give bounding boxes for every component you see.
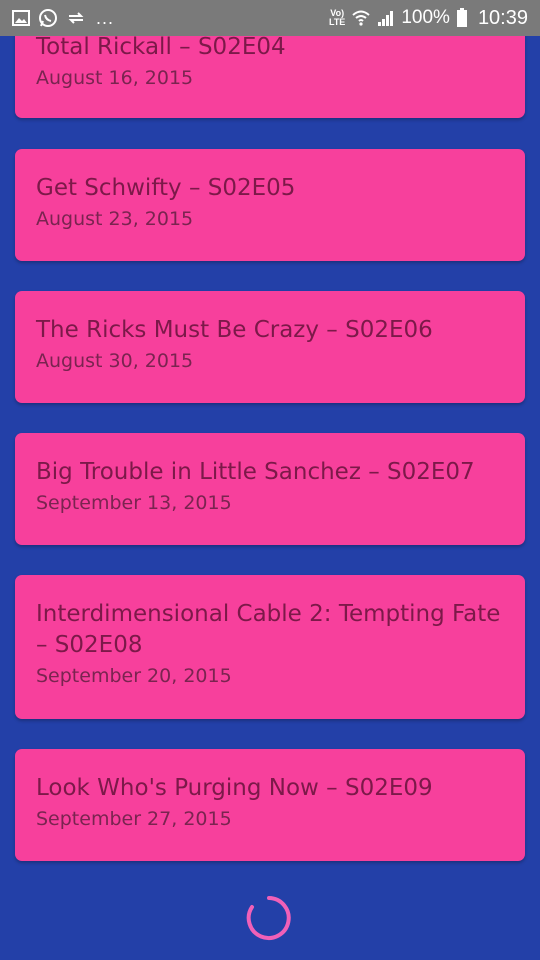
- battery-icon: [456, 8, 468, 28]
- episode-card[interactable]: Look Who's Purging Now – S02E09 Septembe…: [15, 749, 525, 861]
- episode-card[interactable]: Interdimensional Cable 2: Tempting Fate …: [15, 575, 525, 719]
- episode-date: August 16, 2015: [36, 67, 194, 89]
- image-icon: [12, 10, 30, 26]
- more-notifications-text: ...: [96, 7, 115, 28]
- whatsapp-icon: [38, 8, 58, 28]
- episode-date: August 30, 2015: [36, 350, 194, 372]
- episode-title: Total Rickall – S02E04: [36, 34, 286, 60]
- episode-title: Big Trouble in Little Sanchez – S02E07: [36, 459, 475, 485]
- episode-card[interactable]: Get Schwifty – S02E05 August 23, 2015: [15, 149, 525, 261]
- episode-date: September 20, 2015: [36, 665, 232, 687]
- signal-icon: [377, 9, 395, 27]
- episode-title: Look Who's Purging Now – S02E09: [36, 775, 433, 801]
- status-bar: ... Vo) LTE 100% 10:39: [0, 0, 540, 36]
- episode-card[interactable]: Big Trouble in Little Sanchez – S02E07 S…: [15, 433, 525, 545]
- episode-title: Interdimensional Cable 2: Tempting Fate …: [36, 601, 501, 658]
- episode-date: September 27, 2015: [36, 808, 232, 830]
- episode-title: The Ricks Must Be Crazy – S02E06: [36, 317, 433, 343]
- episode-title: Get Schwifty – S02E05: [36, 175, 296, 201]
- battery-percentage: 100%: [401, 7, 450, 28]
- clock: 10:39: [477, 6, 528, 29]
- sync-icon: [66, 9, 86, 27]
- volte-icon: Vo) LTE: [328, 8, 346, 27]
- episode-date: September 13, 2015: [36, 492, 232, 514]
- episode-card[interactable]: The Ricks Must Be Crazy – S02E06 August …: [15, 291, 525, 403]
- wifi-icon: [351, 9, 371, 27]
- loading-spinner-icon: [244, 893, 294, 943]
- episode-date: August 23, 2015: [36, 208, 194, 230]
